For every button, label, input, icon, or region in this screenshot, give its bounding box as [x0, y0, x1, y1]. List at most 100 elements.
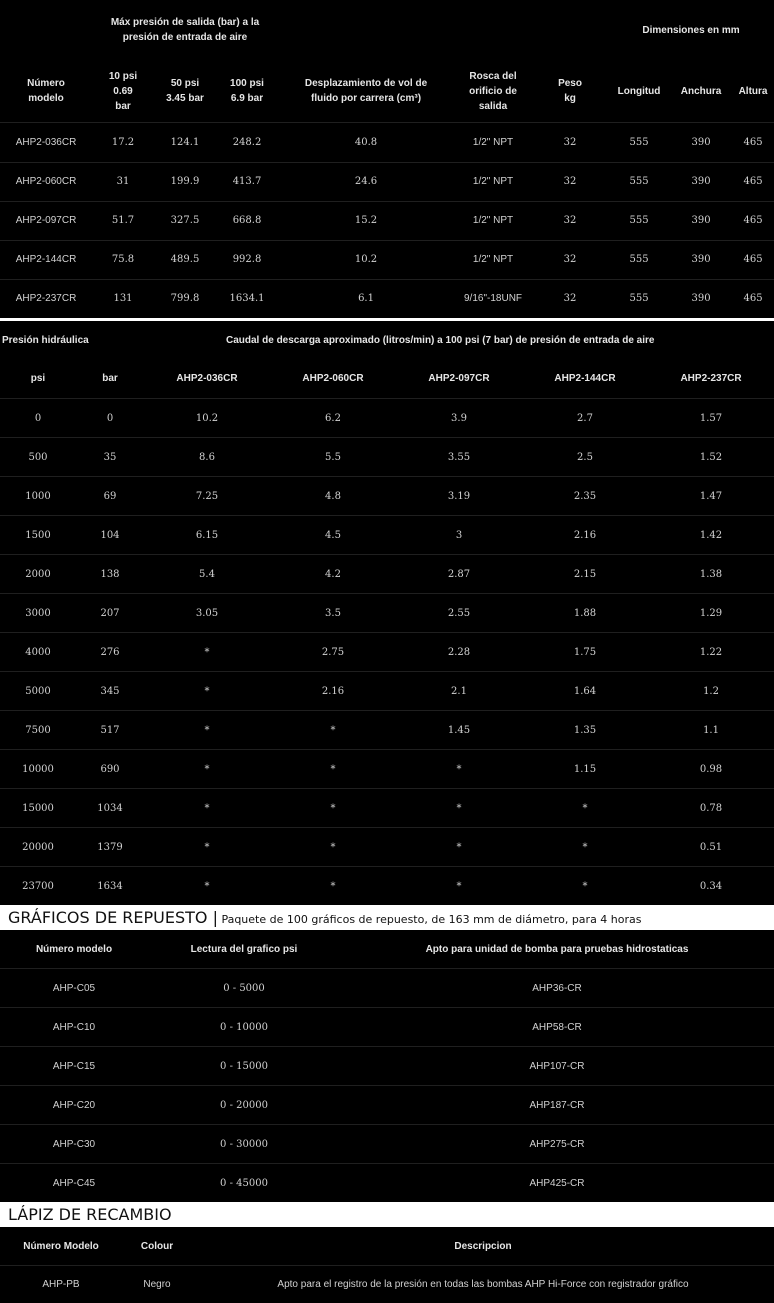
header-50psi: 50 psi 3.45 bar	[154, 60, 216, 123]
table-cell: *	[396, 789, 522, 828]
table-row: AHP-PBNegroApto para el registro de la p…	[0, 1266, 774, 1303]
table-cell: *	[144, 828, 270, 867]
header-length: Longitud	[608, 60, 670, 123]
table-cell: 2.87	[396, 555, 522, 594]
table-cell: 1.1	[648, 711, 774, 750]
table-cell: AHP275-CR	[340, 1125, 774, 1164]
table-cell: 1.45	[396, 711, 522, 750]
table-row: 5000345*2.162.11.641.2	[0, 672, 774, 711]
table-cell: 465	[732, 162, 774, 201]
table-cell: 5.4	[144, 555, 270, 594]
table-cell: 3000	[0, 594, 76, 633]
header-blank	[278, 0, 608, 60]
table-cell: 555	[608, 201, 670, 240]
table-cell: 0 - 10000	[148, 1008, 340, 1047]
header-max-pressure: Máx presión de salida (bar) a la presión…	[92, 0, 278, 60]
table-row: 500358.65.53.552.51.52	[0, 438, 774, 477]
table-cell: 69	[76, 477, 144, 516]
header-height: Altura	[732, 60, 774, 123]
table-cell: 10.2	[278, 240, 454, 279]
table-cell: 75.8	[92, 240, 154, 279]
table-cell: 1379	[76, 828, 144, 867]
table-cell: *	[144, 750, 270, 789]
table-cell: AHP2-237CR	[0, 279, 92, 318]
table-cell: AHP-C20	[0, 1086, 148, 1125]
table-row: AHP-C100 - 10000AHP58-CR	[0, 1008, 774, 1047]
header-100psi: 100 psi 6.9 bar	[216, 60, 278, 123]
table-cell: 1.64	[522, 672, 648, 711]
table-cell: 10000	[0, 750, 76, 789]
table-cell: 1.42	[648, 516, 774, 555]
table-cell: 390	[670, 279, 732, 318]
section-title-pen-main: LÁPIZ DE RECAMBIO	[8, 1205, 172, 1224]
table-row: AHP2-237CR131799.81634.16.19/16"-18UNF32…	[0, 279, 774, 318]
table-cell: 555	[608, 162, 670, 201]
table-cell: 248.2	[216, 123, 278, 162]
table-cell: 15000	[0, 789, 76, 828]
table-cell: 199.9	[154, 162, 216, 201]
header-pen-description: Descripcion	[192, 1227, 774, 1266]
table-cell: *	[522, 789, 648, 828]
table-cell: *	[144, 867, 270, 906]
table-row: 15001046.154.532.161.42	[0, 516, 774, 555]
table-cell: 124.1	[154, 123, 216, 162]
header-weight: Peso kg	[532, 60, 608, 123]
header-width: Anchura	[670, 60, 732, 123]
table-cell: 3.19	[396, 477, 522, 516]
table-cell: 465	[732, 279, 774, 318]
header-chart-fits: Apto para unidad de bomba para pruebas h…	[340, 930, 774, 969]
table-cell: 465	[732, 240, 774, 279]
table-row: 150001034****0.78	[0, 789, 774, 828]
table-cell: *	[270, 750, 396, 789]
table-cell: *	[270, 789, 396, 828]
table-cell: 1.22	[648, 633, 774, 672]
table-row: AHP-C300 - 30000AHP275-CR	[0, 1125, 774, 1164]
table-row: 0010.26.23.92.71.57	[0, 399, 774, 438]
header-flow-rate: Caudal de descarga aproximado (litros/mi…	[144, 321, 774, 359]
table-cell: AHP-C45	[0, 1164, 148, 1203]
table-cell: 2.28	[396, 633, 522, 672]
table-cell: 1034	[76, 789, 144, 828]
replacement-pen-table: Número Modelo Colour Descripcion AHP-PBN…	[0, 1227, 774, 1303]
table-cell: AHP425-CR	[340, 1164, 774, 1203]
table-cell: 1.38	[648, 555, 774, 594]
table-row: 30002073.053.52.551.881.29	[0, 594, 774, 633]
table-cell: AHP187-CR	[340, 1086, 774, 1125]
table-cell: 489.5	[154, 240, 216, 279]
table-cell: 0 - 30000	[148, 1125, 340, 1164]
table-cell: 1.2	[648, 672, 774, 711]
table-cell: 1.75	[522, 633, 648, 672]
section-title-charts: GRÁFICOS DE REPUESTO | Paquete de 100 gr…	[0, 905, 774, 930]
flow-rate-table: Presión hidráulica Caudal de descarga ap…	[0, 321, 774, 905]
table-cell: 0 - 45000	[148, 1164, 340, 1203]
header-pen-model: Número Modelo	[0, 1227, 122, 1266]
header-blank	[0, 0, 92, 60]
table-cell: 2000	[0, 555, 76, 594]
table-cell: 0.78	[648, 789, 774, 828]
table-row: 200001379****0.51	[0, 828, 774, 867]
table-cell: Apto para el registro de la presión en t…	[192, 1266, 774, 1303]
table-cell: 31	[92, 162, 154, 201]
table-cell: 3	[396, 516, 522, 555]
table-cell: 6.2	[270, 399, 396, 438]
table-cell: 1.47	[648, 477, 774, 516]
header-psi: psi	[0, 359, 76, 399]
table-cell: 1.52	[648, 438, 774, 477]
table-cell: AHP-C15	[0, 1047, 148, 1086]
table-cell: *	[522, 828, 648, 867]
table-cell: 131	[92, 279, 154, 318]
table-cell: *	[144, 633, 270, 672]
table-cell: 2.16	[522, 516, 648, 555]
table-cell: AHP107-CR	[340, 1047, 774, 1086]
table-cell: 327.5	[154, 201, 216, 240]
table-cell: 690	[76, 750, 144, 789]
table-cell: 0.34	[648, 867, 774, 906]
header-hydraulic-pressure: Presión hidráulica	[0, 321, 76, 359]
table-cell: *	[144, 711, 270, 750]
table-cell: 138	[76, 555, 144, 594]
table-cell: 1000	[0, 477, 76, 516]
table-cell: *	[396, 828, 522, 867]
table-cell: *	[270, 711, 396, 750]
header-model-036: AHP2-036CR	[144, 359, 270, 399]
table-cell: 1500	[0, 516, 76, 555]
